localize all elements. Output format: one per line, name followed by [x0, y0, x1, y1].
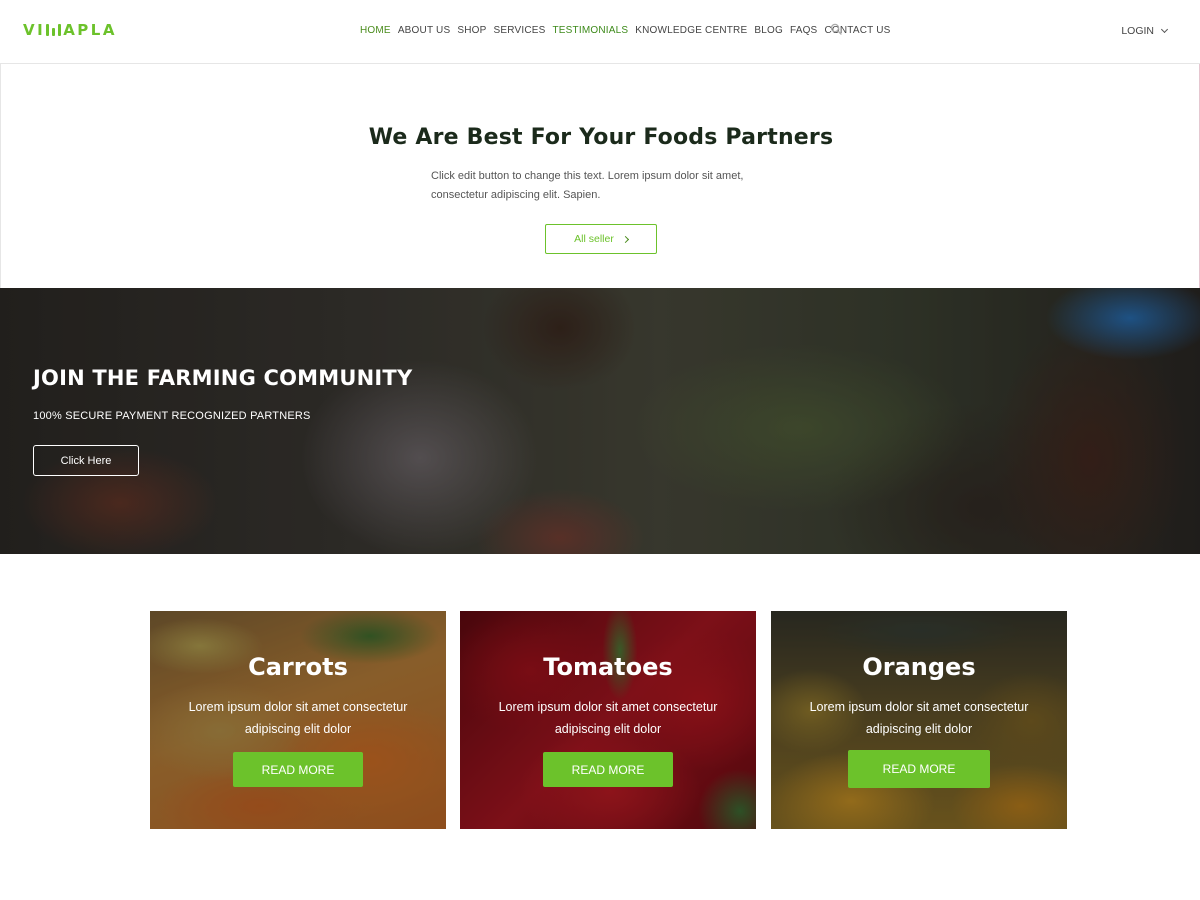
all-seller-label: All seller — [574, 233, 614, 245]
nav-knowledge-centre[interactable]: KNOWLEDGE CENTRE — [635, 25, 747, 36]
nav-testimonials[interactable]: TESTIMONIALS — [553, 25, 629, 36]
nav-services[interactable]: SERVICES — [494, 25, 546, 36]
login-menu[interactable]: LOGIN — [1121, 25, 1169, 37]
search-icon[interactable] — [830, 23, 842, 35]
hero-title: JOIN THE FARMING COMMUNITY — [33, 366, 413, 390]
card-title: Carrots — [248, 653, 348, 681]
card-text: Lorem ipsum dolor sit amet consectetur a… — [188, 700, 408, 736]
card-text: Lorem ipsum dolor sit amet consectetur a… — [498, 700, 718, 736]
product-card-carrots: Carrots Lorem ipsum dolor sit amet conse… — [150, 611, 446, 829]
site-header: VI APLA HOME ABOUT US SHOP SERVICES TEST… — [0, 0, 1200, 64]
intro-section: We Are Best For Your Foods Partners Clic… — [0, 64, 1200, 288]
logo-m-icon — [46, 24, 62, 36]
site-logo[interactable]: VI APLA — [23, 21, 117, 39]
read-more-button[interactable]: READ MORE — [848, 750, 990, 788]
click-here-button[interactable]: Click Here — [33, 445, 139, 476]
chevron-down-icon — [1160, 25, 1169, 34]
nav-home[interactable]: HOME — [360, 25, 391, 36]
intro-text: Click edit button to change this text. L… — [431, 170, 744, 201]
intro-title: We Are Best For Your Foods Partners — [368, 125, 834, 150]
product-card-tomatoes: Tomatoes Lorem ipsum dolor sit amet cons… — [460, 611, 756, 829]
nav-faqs[interactable]: FAQS — [790, 25, 817, 36]
logo-text-prefix: VI — [23, 21, 46, 39]
nav-about-us[interactable]: ABOUT US — [398, 25, 451, 36]
hero-banner: JOIN THE FARMING COMMUNITY 100% SECURE P… — [0, 288, 1200, 554]
read-more-button[interactable]: READ MORE — [233, 752, 363, 787]
card-text: Lorem ipsum dolor sit amet consectetur a… — [809, 700, 1029, 736]
logo-text-suffix: APLA — [63, 21, 117, 39]
nav-shop[interactable]: SHOP — [457, 25, 486, 36]
product-card-oranges: Oranges Lorem ipsum dolor sit amet conse… — [771, 611, 1067, 829]
read-more-button[interactable]: READ MORE — [543, 752, 673, 787]
hero-subtitle: 100% SECURE PAYMENT RECOGNIZED PARTNERS — [33, 410, 311, 422]
nav-blog[interactable]: BLOG — [754, 25, 783, 36]
all-seller-button[interactable]: All seller — [545, 224, 657, 254]
card-title: Tomatoes — [543, 653, 673, 681]
main-nav: HOME ABOUT US SHOP SERVICES TESTIMONIALS… — [360, 25, 891, 36]
login-label: LOGIN — [1121, 25, 1154, 37]
card-title: Oranges — [862, 653, 976, 681]
chevron-right-icon — [621, 235, 629, 243]
